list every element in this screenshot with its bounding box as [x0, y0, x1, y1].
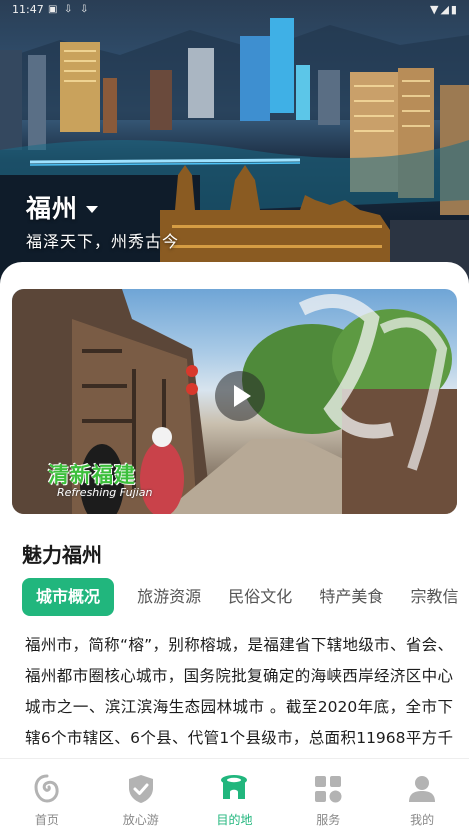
nav-label: 放心游 [122, 813, 159, 827]
nav-safe-travel[interactable]: 放心游 [94, 759, 188, 836]
caret-down-icon [86, 205, 99, 213]
nav-label: 服务 [316, 813, 341, 827]
city-name: 福州 [26, 194, 79, 223]
download-icon: ⇩ [80, 4, 89, 15]
city-slogan: 福泽天下，州秀古今 [26, 232, 180, 251]
shield-check-icon [128, 775, 153, 803]
nav-label: 首页 [34, 813, 59, 827]
video-brand-subtitle: Refreshing Fujian [57, 486, 153, 499]
status-bar: 11:47 ▣ ⇩ ⇩ ▼◢▮ [0, 0, 469, 22]
category-tabs: 城市概况 旅游资源 民俗文化 特产美食 宗教信 [22, 578, 469, 618]
tab-religion[interactable]: 宗教信 [396, 578, 469, 616]
city-hero-banner: 11:47 ▣ ⇩ ⇩ ▼◢▮ 福州 福泽天下，州秀古今 [0, 0, 469, 292]
nav-destination[interactable]: 目的地 [188, 759, 282, 836]
tab-tourism-resources[interactable]: 旅游资源 [123, 578, 215, 616]
nav-home[interactable]: 首页 [0, 759, 94, 836]
content-card: 清新福建 Refreshing Fujian 魅力福州 城市概况 旅游资源 民俗… [0, 262, 469, 835]
video-brand-title: 清新福建 [48, 463, 136, 487]
bottom-navigation: 首页 放心游 目的地 服务 我的 [0, 758, 469, 836]
play-icon[interactable] [215, 371, 265, 421]
tab-city-overview[interactable]: 城市概况 [22, 578, 115, 616]
city-selector[interactable]: 福州 [26, 189, 99, 225]
home-icon [34, 774, 59, 803]
nav-profile[interactable]: 我的 [375, 759, 469, 836]
nav-label: 我的 [410, 813, 435, 827]
destination-icon [221, 775, 248, 799]
download-icon: ⇩ [64, 4, 73, 15]
tab-folk-culture[interactable]: 民俗文化 [214, 578, 306, 616]
user-icon [409, 776, 436, 802]
status-time: 11:47 [12, 3, 44, 16]
promo-video[interactable]: 清新福建 Refreshing Fujian [12, 289, 457, 514]
nav-label: 目的地 [216, 813, 253, 827]
section-title: 魅力福州 [22, 543, 102, 567]
tab-local-food[interactable]: 特产美食 [305, 578, 397, 616]
notification-icon: ▣ [48, 4, 58, 15]
city-intro-text: 福州市，简称“榕”，别称榕城，是福建省下辖地级市、省会、福州都市圈核心城市，国务… [25, 636, 453, 747]
grid-apps-icon [315, 776, 342, 803]
nav-services[interactable]: 服务 [281, 759, 375, 836]
signal-battery-icons: ▼◢▮ [430, 3, 459, 16]
